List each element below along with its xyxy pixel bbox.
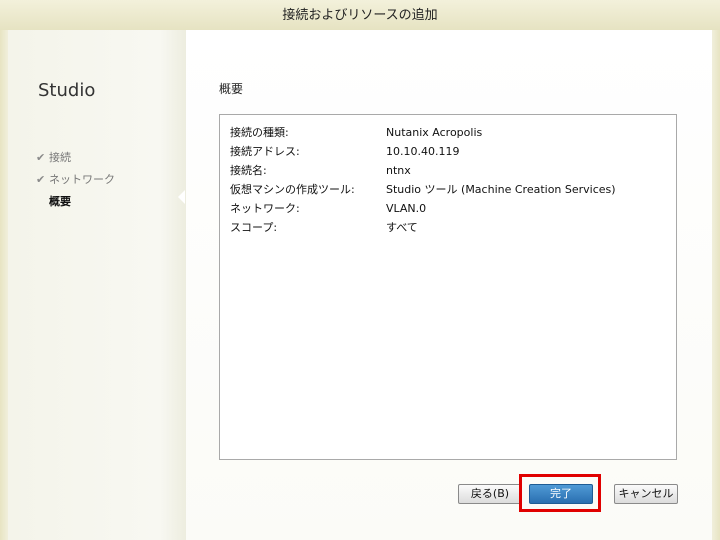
summary-label: 接続の種類: — [230, 126, 289, 139]
summary-value: ntnx — [386, 164, 411, 177]
window-title: 接続およびリソースの追加 — [0, 0, 720, 30]
step-label: 接続 — [49, 151, 71, 164]
step-network[interactable]: ✔ ネットワーク — [36, 169, 115, 191]
summary-value: VLAN.0 — [386, 202, 427, 215]
window-frame-left — [0, 30, 8, 540]
back-button[interactable]: 戻る(B) — [458, 484, 522, 504]
summary-label: 接続アドレス: — [230, 145, 300, 158]
wizard-content: 概要 接続の種類: Nutanix Acropolis 接続アドレス: 10.1… — [186, 30, 712, 540]
section-title: 概要 — [219, 82, 244, 96]
summary-label: スコープ: — [230, 221, 278, 234]
wizard-sidebar: Studio ✔ 接続 ✔ ネットワーク 概要 — [8, 30, 186, 540]
check-icon: ✔ — [36, 173, 46, 186]
window-frame-right — [712, 30, 720, 540]
check-icon: ✔ — [36, 151, 46, 164]
step-summary: 概要 — [36, 191, 115, 213]
current-step-pointer — [178, 190, 185, 204]
summary-label: ネットワーク: — [230, 202, 300, 215]
summary-value: すべて — [386, 221, 418, 234]
step-connection[interactable]: ✔ 接続 — [36, 147, 115, 169]
summary-value: 10.10.40.119 — [386, 145, 460, 158]
finish-button[interactable]: 完了 — [529, 484, 593, 504]
wizard-steps: ✔ 接続 ✔ ネットワーク 概要 — [36, 147, 115, 213]
step-label: ネットワーク — [49, 173, 115, 186]
summary-value: Studio ツール (Machine Creation Services) — [386, 183, 616, 196]
summary-label: 接続名: — [230, 164, 267, 177]
summary-panel: 接続の種類: Nutanix Acropolis 接続アドレス: 10.10.4… — [219, 114, 677, 460]
summary-label: 仮想マシンの作成ツール: — [230, 183, 355, 196]
cancel-button[interactable]: キャンセル — [614, 484, 678, 504]
summary-value: Nutanix Acropolis — [386, 126, 483, 139]
step-label: 概要 — [49, 195, 71, 208]
sidebar-heading: Studio — [38, 80, 96, 101]
